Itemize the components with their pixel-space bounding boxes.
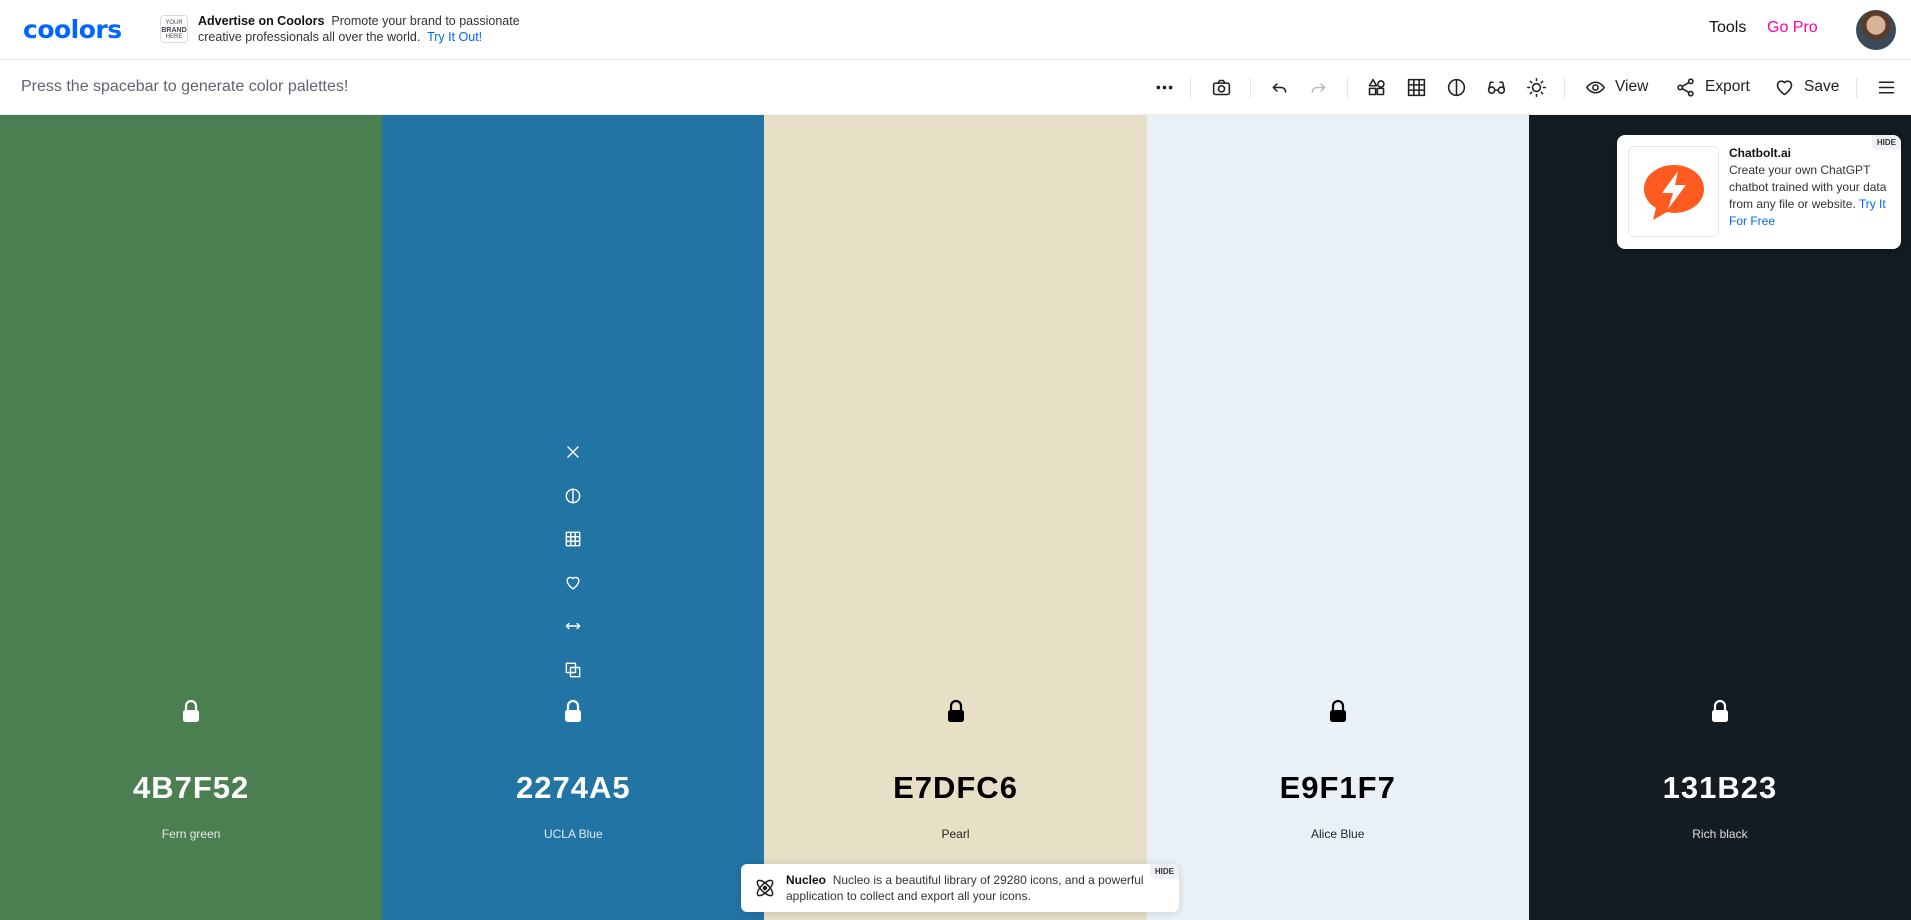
ad-brand-placeholder[interactable]: YOUR BRAND HERE: [160, 15, 188, 43]
undo-icon: [1272, 82, 1287, 93]
ad-title: Advertise on Coolors: [198, 14, 325, 28]
contrast-button[interactable]: [1446, 76, 1467, 98]
lock-icon[interactable]: [562, 699, 584, 723]
lock-icon[interactable]: [180, 699, 202, 723]
chatbolt-copy: Chatbolt.ai Create your own ChatGPT chat…: [1729, 145, 1894, 230]
color-name[interactable]: Rich black: [1529, 827, 1911, 841]
color-column[interactable]: E7DFC6 Pearl: [764, 115, 1147, 920]
color-tools: [561, 442, 585, 703]
share-icon: [1677, 77, 1694, 97]
more-icon: [1156, 85, 1173, 89]
user-avatar[interactable]: [1856, 10, 1896, 50]
color-name[interactable]: Alice Blue: [1147, 827, 1529, 841]
color-hex[interactable]: 131B23: [1529, 770, 1911, 806]
more-button[interactable]: [1154, 76, 1175, 98]
color-hex[interactable]: 2274A5: [382, 770, 764, 806]
chatbolt-title: Chatbolt.ai: [1729, 146, 1791, 160]
color-hex[interactable]: 4B7F52: [0, 770, 382, 806]
top-bar: coolors YOUR BRAND HERE Advertise on Coo…: [0, 0, 1911, 60]
chatbolt-logo: [1628, 146, 1719, 237]
color-hex[interactable]: E7DFC6: [764, 770, 1146, 806]
chatbolt-ad[interactable]: Chatbolt.ai Create your own ChatGPT chat…: [1617, 135, 1901, 249]
eye-icon: [1585, 80, 1606, 94]
go-pro-link[interactable]: Go Pro: [1767, 19, 1818, 37]
chatbolt-bolt-icon: [1643, 164, 1704, 220]
export-label: Export: [1705, 78, 1750, 95]
drag-icon: [565, 622, 581, 630]
heart-icon: [566, 576, 580, 590]
menu-icon: [1878, 80, 1895, 94]
lock-icon[interactable]: [945, 699, 967, 723]
redo-icon: [1311, 82, 1326, 93]
ad-brand-line: HERE: [165, 34, 183, 40]
toolbar: Press the spacebar to generate color pal…: [0, 60, 1911, 115]
grid-icon: [565, 531, 581, 547]
view-label: View: [1615, 78, 1649, 95]
favorite-color-button[interactable]: [561, 573, 585, 617]
hide-ad-button[interactable]: HIDE: [1149, 864, 1179, 879]
screenshot-button[interactable]: [1211, 76, 1232, 98]
glasses-icon: [1487, 80, 1506, 94]
redo-button[interactable]: [1308, 76, 1329, 98]
lock-icon[interactable]: [1709, 699, 1731, 723]
sun-icon: [1526, 77, 1547, 97]
contrast-icon: [565, 488, 581, 503]
ad-brand-line: YOUR: [165, 20, 183, 26]
export-button[interactable]: Export: [1675, 76, 1750, 98]
save-button[interactable]: Save: [1774, 76, 1839, 98]
color-column[interactable]: 4B7F52 Fern green: [0, 115, 383, 920]
copy-hex-button[interactable]: [561, 660, 585, 704]
color-grid-button[interactable]: [561, 529, 585, 573]
shapes-icon: [1368, 78, 1385, 95]
nucleo-body: Nucleo is a beautiful library of 29280 i…: [786, 873, 1144, 903]
color-hex[interactable]: E9F1F7: [1147, 770, 1529, 806]
undo-button[interactable]: [1269, 76, 1290, 98]
menu-button[interactable]: [1876, 76, 1897, 98]
atom-icon: [756, 879, 774, 897]
lock-icon[interactable]: [1327, 699, 1349, 723]
header-ad[interactable]: Advertise on Coolors Promote your brand …: [198, 13, 538, 45]
view-button[interactable]: View: [1585, 76, 1648, 98]
heart-icon: [1776, 79, 1793, 95]
camera-icon: [1212, 79, 1231, 95]
nucleo-copy: Nucleo Nucleo is a beautiful library of …: [786, 872, 1146, 904]
shapes-button[interactable]: [1366, 76, 1387, 98]
close-icon: [567, 446, 580, 458]
generate-hint: Press the spacebar to generate color pal…: [21, 78, 349, 95]
save-label: Save: [1804, 78, 1840, 95]
color-column[interactable]: E9F1F7 Alice Blue: [1146, 115, 1529, 920]
color-blindness-button[interactable]: [1486, 76, 1507, 98]
nucleo-title: Nucleo: [786, 873, 827, 887]
color-column[interactable]: 2274A5 UCLA Blue: [382, 115, 765, 920]
coolors-logo[interactable]: coolors: [23, 15, 122, 44]
hide-ad-button[interactable]: HIDE: [1871, 135, 1901, 150]
shades-button[interactable]: [561, 486, 585, 530]
drag-color-button[interactable]: [561, 616, 585, 660]
remove-color-button[interactable]: [561, 442, 585, 486]
ad-link[interactable]: Try It Out!: [427, 30, 482, 44]
color-name[interactable]: UCLA Blue: [382, 827, 764, 841]
color-name[interactable]: Pearl: [764, 827, 1146, 841]
color-name[interactable]: Fern green: [0, 827, 382, 841]
tools-menu[interactable]: Tools: [1709, 19, 1746, 37]
grid-button[interactable]: [1406, 76, 1427, 98]
ad-brand-line: BRAND: [161, 27, 187, 34]
grid-icon: [1407, 78, 1426, 96]
theme-button[interactable]: [1526, 76, 1547, 98]
contrast-icon: [1447, 78, 1466, 96]
nucleo-ad[interactable]: Nucleo Nucleo is a beautiful library of …: [741, 864, 1179, 912]
copy-icon: [565, 662, 581, 677]
